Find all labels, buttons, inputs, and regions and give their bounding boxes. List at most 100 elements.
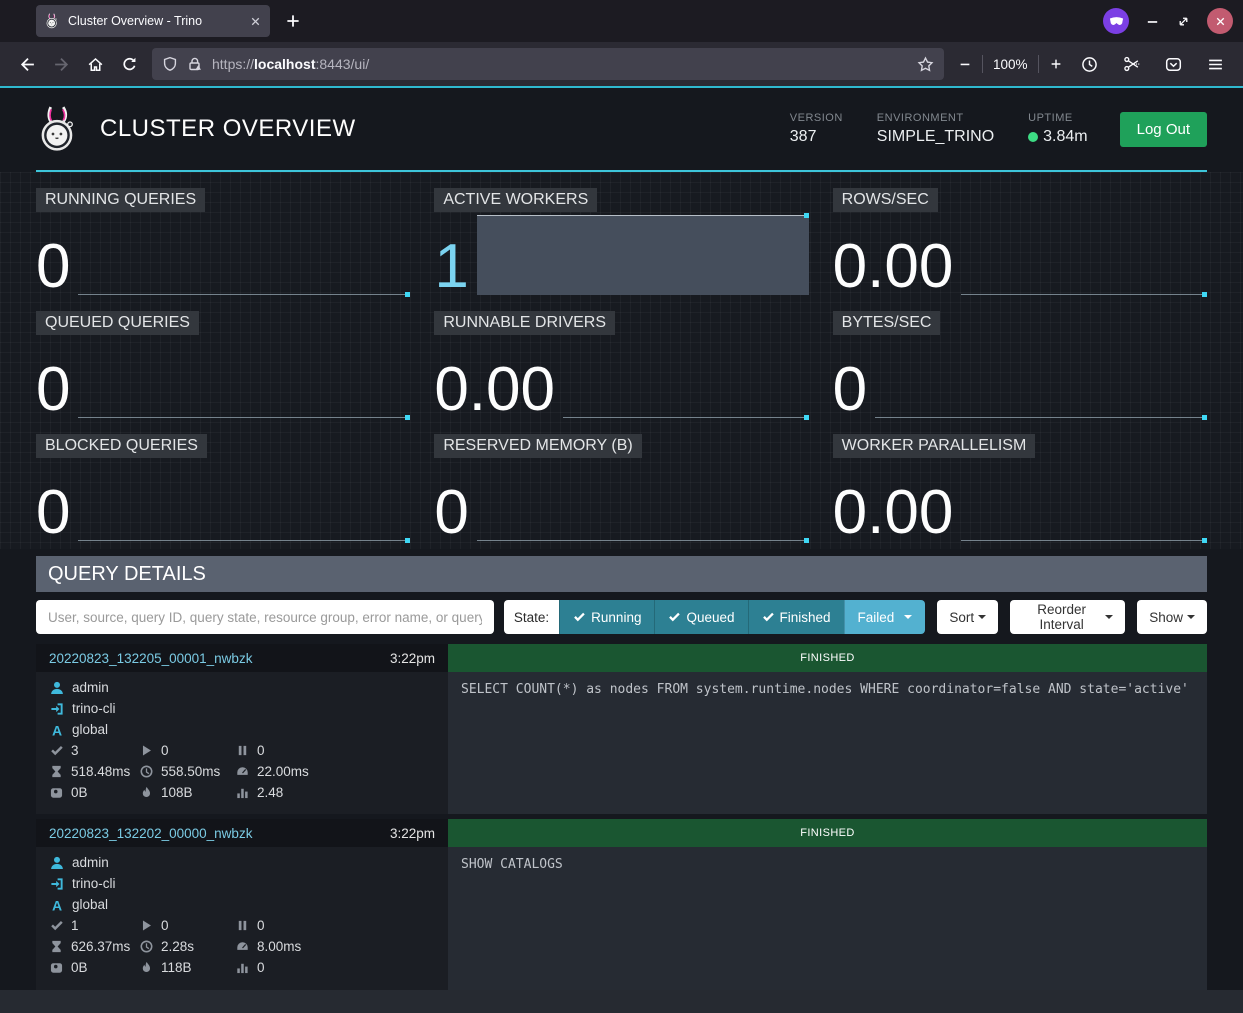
dashboard-icon bbox=[236, 765, 249, 778]
state-filter-queued[interactable]: Queued bbox=[654, 600, 747, 634]
clock-icon bbox=[140, 940, 153, 953]
elapsed-time: 558.50ms bbox=[140, 764, 236, 779]
stat-label: BYTES/SEC bbox=[833, 311, 941, 335]
query-search-input[interactable] bbox=[36, 600, 494, 634]
toolbar-extensions bbox=[1073, 49, 1233, 79]
source-login-icon bbox=[50, 702, 64, 716]
menu-hamburger-icon[interactable] bbox=[1199, 49, 1233, 79]
stat-card-running-queries: RUNNING QUERIES 0 bbox=[36, 188, 410, 300]
shield-icon[interactable] bbox=[162, 56, 178, 72]
environment-value: SIMPLE_TRINO bbox=[877, 128, 994, 146]
bottom-strip bbox=[0, 990, 1243, 1013]
reorder-interval-dropdown[interactable]: Reorder Interval bbox=[1010, 600, 1125, 634]
state-filter-finished[interactable]: Finished bbox=[748, 600, 844, 634]
minimize-button[interactable] bbox=[1145, 14, 1160, 29]
separator bbox=[982, 55, 983, 73]
trino-favicon-icon bbox=[44, 13, 60, 29]
query-resource-group: global bbox=[50, 722, 438, 737]
check-icon bbox=[50, 744, 63, 757]
cumulative-memory: 0 bbox=[236, 960, 438, 975]
scale-icon bbox=[50, 961, 63, 974]
query-user: admin bbox=[50, 855, 438, 870]
stat-value: 0 bbox=[36, 361, 78, 418]
home-button[interactable] bbox=[78, 49, 112, 79]
tab-bar: Cluster Overview - Trino bbox=[0, 0, 1243, 42]
url-text: https://localhost:8443/ui/ bbox=[212, 56, 917, 72]
stat-card-worker-parallelism: WORKER PARALLELISM 0.00 bbox=[833, 434, 1207, 546]
forward-button[interactable] bbox=[44, 49, 78, 79]
query-list-item: 20220823_132202_00000_nwbzk 3:22pm FINIS… bbox=[36, 819, 1207, 990]
stat-card-active-workers: ACTIVE WORKERS 1 bbox=[434, 188, 808, 300]
stat-value-link[interactable]: 1 bbox=[434, 238, 476, 295]
stat-card-blocked-queries: BLOCKED QUERIES 0 bbox=[36, 434, 410, 546]
fire-icon bbox=[140, 786, 153, 799]
lock-warning-icon[interactable] bbox=[187, 56, 203, 72]
query-id-link[interactable]: 20220823_132202_00000_nwbzk bbox=[49, 826, 252, 841]
wall-time: 626.37ms bbox=[50, 939, 140, 954]
environment-block: ENVIRONMENT SIMPLE_TRINO bbox=[877, 112, 994, 146]
browser-tab[interactable]: Cluster Overview - Trino bbox=[36, 5, 270, 37]
pause-icon bbox=[236, 919, 249, 932]
url-bar[interactable]: https://localhost:8443/ui/ bbox=[152, 48, 944, 80]
trino-logo bbox=[36, 105, 80, 153]
sparkline bbox=[477, 215, 809, 295]
play-icon bbox=[140, 744, 153, 757]
cluster-meta: VERSION 387 ENVIRONMENT SIMPLE_TRINO UPT… bbox=[790, 112, 1088, 146]
running-splits: 0 bbox=[140, 743, 236, 758]
screenshot-scissors-icon[interactable] bbox=[1115, 49, 1149, 79]
new-tab-button[interactable] bbox=[284, 12, 302, 30]
tab-close-icon[interactable] bbox=[249, 15, 262, 28]
stat-card-rows-sec: ROWS/SEC 0.00 bbox=[833, 188, 1207, 300]
page-title: CLUSTER OVERVIEW bbox=[100, 115, 356, 143]
query-id-link[interactable]: 20220823_132205_00001_nwbzk bbox=[49, 651, 252, 666]
uptime-block: UPTIME 3.84m bbox=[1028, 112, 1087, 146]
state-filter-running[interactable]: Running bbox=[559, 600, 654, 634]
bookmark-star-icon[interactable] bbox=[917, 56, 934, 73]
fire-icon bbox=[140, 961, 153, 974]
peak-memory: 118B bbox=[140, 960, 236, 975]
page-header: CLUSTER OVERVIEW VERSION 387 ENVIRONMENT… bbox=[0, 88, 1243, 170]
check-icon bbox=[50, 919, 63, 932]
back-button[interactable] bbox=[10, 49, 44, 79]
uptime-label: UPTIME bbox=[1028, 112, 1087, 124]
hourglass-icon bbox=[50, 940, 63, 953]
elapsed-time: 2.28s bbox=[140, 939, 236, 954]
stat-value: 0 bbox=[36, 238, 78, 295]
history-clock-icon[interactable] bbox=[1073, 49, 1107, 79]
reload-button[interactable] bbox=[112, 49, 146, 79]
close-icon bbox=[1214, 15, 1227, 28]
log-out-button[interactable]: Log Out bbox=[1120, 112, 1207, 147]
caret-down-icon bbox=[1187, 615, 1195, 619]
pocket-icon[interactable] bbox=[1157, 49, 1191, 79]
stat-value: 0.00 bbox=[434, 361, 563, 418]
zoom-in-button[interactable] bbox=[1049, 57, 1063, 71]
caret-down-icon bbox=[904, 615, 912, 619]
stat-label: BLOCKED QUERIES bbox=[36, 434, 207, 458]
stat-label: WORKER PARALLELISM bbox=[833, 434, 1036, 458]
close-button[interactable] bbox=[1207, 8, 1233, 34]
zoom-out-button[interactable] bbox=[958, 57, 972, 71]
query-time: 3:22pm bbox=[390, 826, 435, 841]
stat-value: 0.00 bbox=[833, 238, 962, 295]
cluster-hud: RUNNING QUERIES 0 ACTIVE WORKERS 1 ROWS/… bbox=[0, 172, 1243, 549]
queued-splits: 0 bbox=[236, 918, 438, 933]
sort-dropdown[interactable]: Sort bbox=[937, 600, 998, 634]
query-list-item: 20220823_132205_00001_nwbzk 3:22pm FINIS… bbox=[36, 644, 1207, 814]
show-dropdown[interactable]: Show bbox=[1137, 600, 1207, 634]
stat-value: 0 bbox=[434, 484, 476, 541]
query-body: admin trino-cli global 1 0 0 626.37ms 2.… bbox=[36, 847, 1207, 990]
stat-label: RESERVED MEMORY (B) bbox=[434, 434, 641, 458]
stat-card-queued-queries: QUEUED QUERIES 0 bbox=[36, 311, 410, 423]
zoom-level[interactable]: 100% bbox=[993, 57, 1028, 72]
state-filter-failed-dropdown[interactable]: Failed bbox=[844, 600, 926, 634]
play-icon bbox=[140, 919, 153, 932]
check-icon bbox=[573, 611, 585, 623]
query-header: 20220823_132202_00000_nwbzk 3:22pm FINIS… bbox=[36, 819, 1207, 847]
trino-cluster-overview-page: CLUSTER OVERVIEW VERSION 387 ENVIRONMENT… bbox=[0, 88, 1243, 1013]
query-sql-text: SHOW CATALOGS bbox=[448, 847, 1207, 990]
restore-button[interactable] bbox=[1176, 14, 1191, 29]
uptime-value: 3.84m bbox=[1028, 128, 1087, 146]
query-source: trino-cli bbox=[50, 876, 438, 891]
query-body: admin trino-cli global 3 0 0 518.48ms 55… bbox=[36, 672, 1207, 814]
window-controls bbox=[1103, 0, 1233, 42]
